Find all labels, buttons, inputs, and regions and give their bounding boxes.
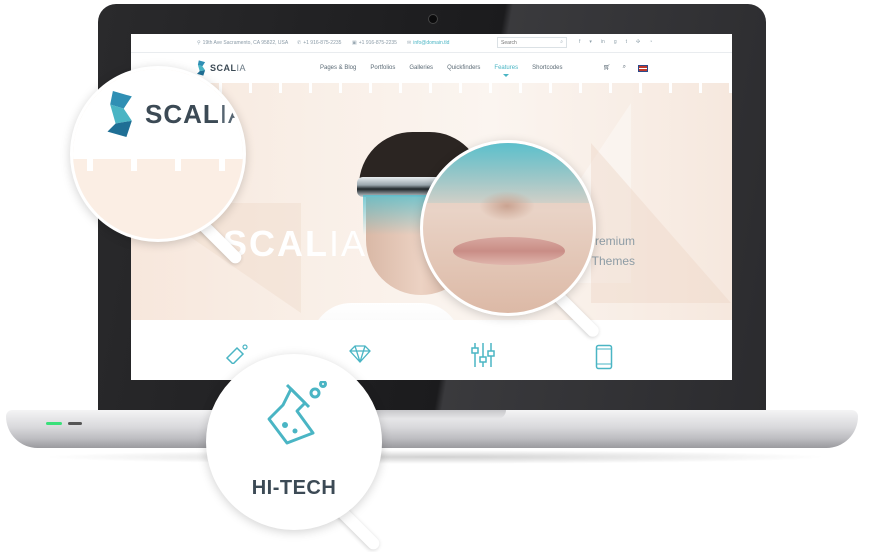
phone-text: +1 916-875-2235 [303,40,342,46]
rss-icon[interactable]: ◔ [649,39,652,45]
magnifier-face [420,140,596,316]
phone-item[interactable]: ✆ +1 916-875-2235 [297,40,341,46]
search-icon[interactable]: ⌕ [623,64,626,72]
email-text: info@domain.tld [413,40,450,46]
main-menu: Pages & Blog Portfolios Galleries Quickf… [320,65,576,77]
language-flag-icon[interactable] [638,65,648,72]
top-bar: ⚲ 19th Ave Sacramento, CA 95822, USA ✆ +… [131,34,732,53]
power-led [46,422,62,425]
email-item[interactable]: ✉ info@domain.tld [407,40,449,46]
hitech-label: HI-TECH [251,477,337,499]
hero-subtitle-line2: Themes [591,254,636,268]
location-icon: ⚲ [197,40,201,46]
laptop-notch [366,410,506,419]
magnified-logo: SCALIA [107,91,246,137]
status-led [68,422,82,425]
phone-icon: ✆ [297,40,302,46]
smartphone-icon[interactable] [595,344,613,370]
features-row [131,320,732,380]
nav-features[interactable]: Features [494,65,518,77]
facebook-icon[interactable]: f [579,39,580,45]
email-icon: ✉ [407,40,412,46]
nav-icons: 🛒︎ ⌕ [603,64,648,72]
search-box[interactable]: ⌕ [497,37,567,48]
nav-pages-blog[interactable]: Pages & Blog [320,65,356,71]
nav-quickfinders[interactable]: Quickfinders [447,65,480,71]
search-input[interactable] [498,38,556,47]
twitter-icon[interactable]: ▾ [589,39,592,45]
laptop-shadow [40,450,830,464]
magnified-lips [453,237,565,265]
fax-item[interactable]: ▣ +1 916-875-2235 [352,40,397,46]
magnifier-hitech: HI-TECH [206,354,382,530]
fax-icon: ▣ [352,40,357,46]
address-item: ⚲ 19th Ave Sacramento, CA 95822, USA [197,40,288,46]
linkedin-icon[interactable]: in [601,39,605,45]
address-text: 19th Ave Sacramento, CA 95822, USA [202,40,289,46]
fax-text: +1 916-875-2235 [358,40,397,46]
flask-icon[interactable] [223,344,249,364]
magnifier-logo: SCALIA [70,66,246,242]
model-collar [311,303,461,320]
flask-icon [267,381,327,445]
social-links: f ▾ in g t ✣ ◔ [579,39,652,45]
search-icon[interactable]: ⌕ [560,39,563,45]
magnifier-ruler-ticks [73,159,243,171]
poly-shape [591,143,731,303]
hero-title: SCALIA [223,223,368,264]
magnified-logo-text: SCALIA [145,98,246,129]
nav-galleries[interactable]: Galleries [409,65,433,71]
webcam [428,14,438,24]
tumblr-icon[interactable]: t [626,39,627,45]
cart-icon[interactable]: 🛒︎ [603,64,611,72]
nav-shortcodes[interactable]: Shortcodes [532,65,562,71]
laptop-base [6,410,858,448]
diamond-icon[interactable] [347,344,373,364]
equalizer-icon[interactable] [471,342,495,368]
magnified-nose [479,191,535,221]
googleplus-icon[interactable]: g [614,39,617,45]
nav-portfolios[interactable]: Portfolios [370,65,395,71]
logo-mark-icon [107,91,132,137]
delicious-icon[interactable]: ✣ [636,39,640,45]
